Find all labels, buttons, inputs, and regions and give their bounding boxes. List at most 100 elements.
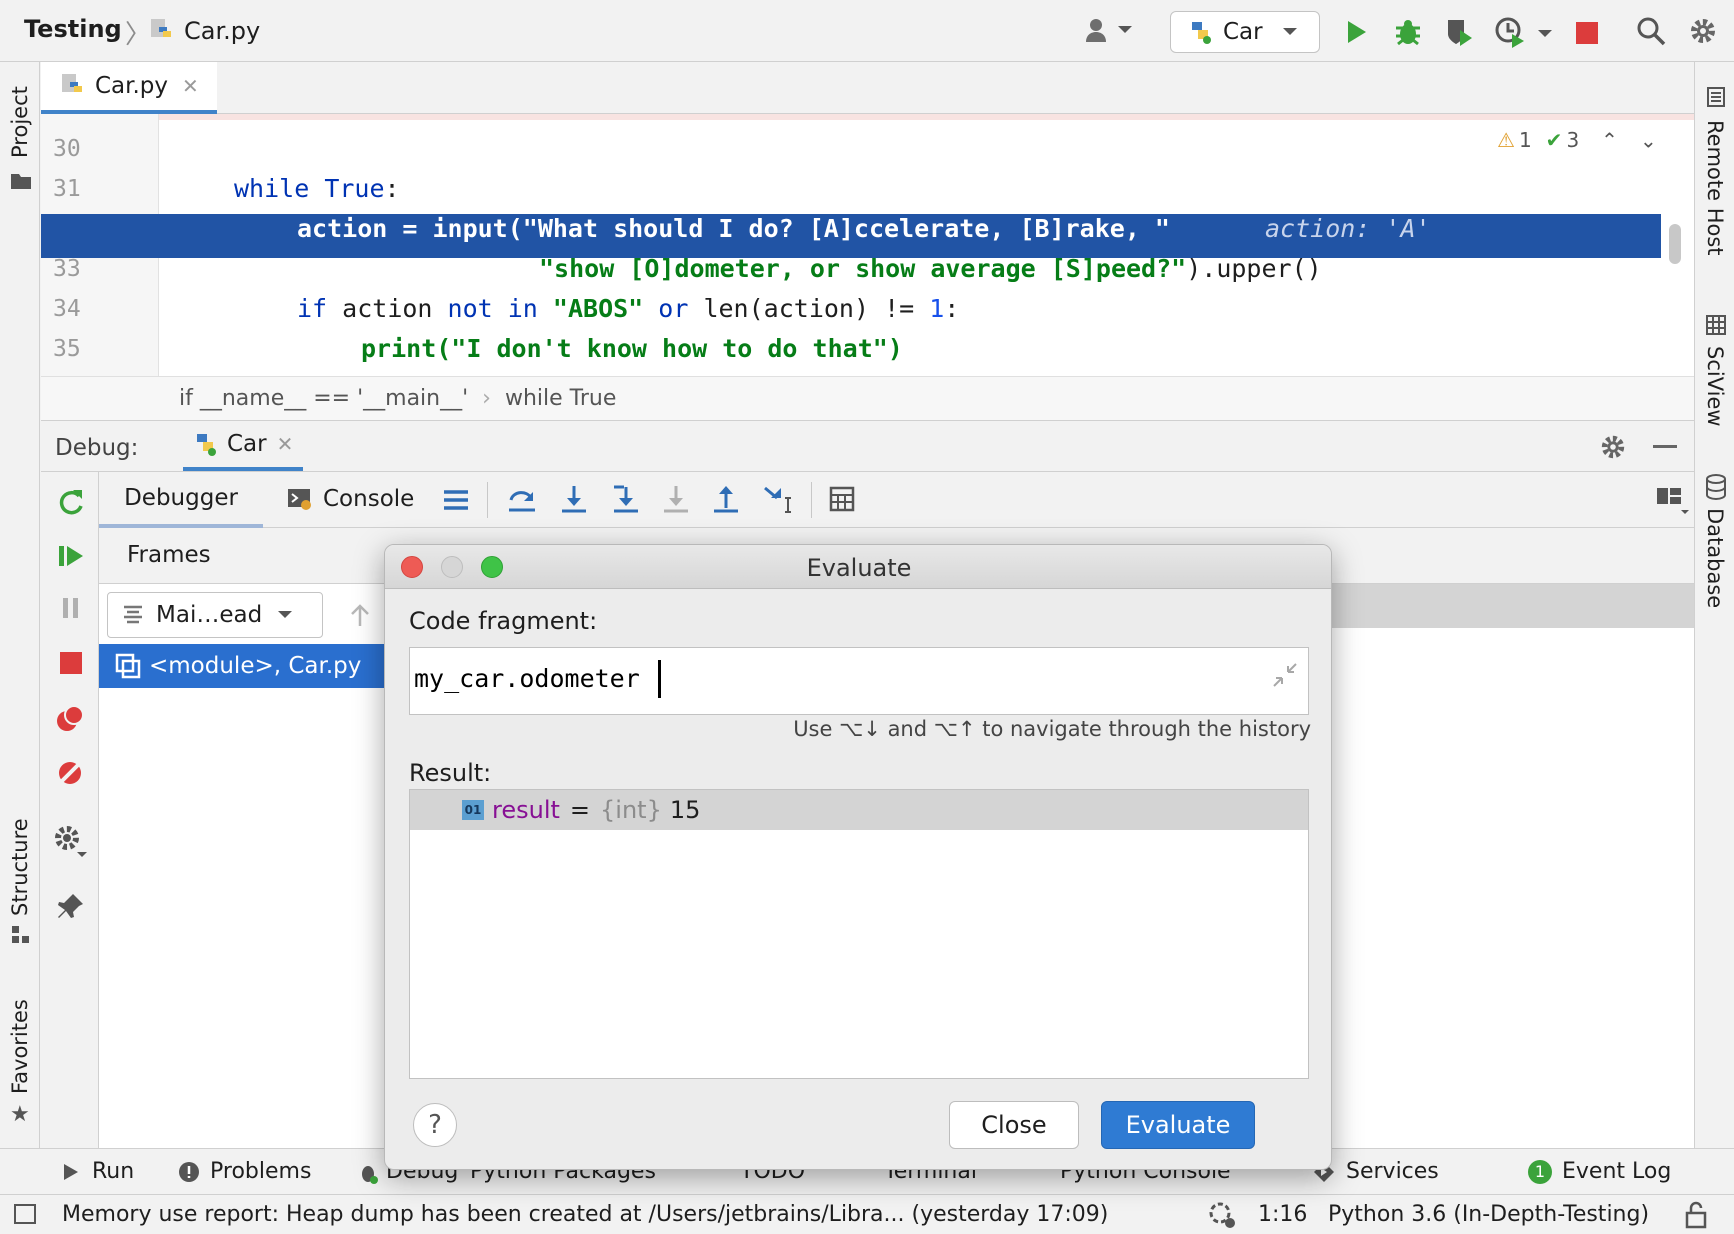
previous-highlight-icon[interactable]: ⌃ <box>1601 128 1618 152</box>
breadcrumb-project[interactable]: Testing <box>24 15 122 43</box>
interpreter-selector[interactable]: Python 3.6 (In-Depth-Testing) <box>1328 1202 1649 1227</box>
mute-breakpoints-icon[interactable] <box>55 758 85 788</box>
code-line-31: while True: <box>234 174 400 203</box>
pin-icon[interactable] <box>57 892 85 920</box>
inline-debug-value: action: 'A' <box>1265 214 1431 243</box>
star-icon: ★ <box>10 1102 30 1127</box>
inspection-widget[interactable]: ⚠ 1 ✔ 3 ⌃ ⌃ <box>1497 128 1657 152</box>
status-message[interactable]: Memory use report: Heap dump has been cr… <box>62 1202 1108 1227</box>
collapse-icon[interactable] <box>1272 662 1298 688</box>
search-icon[interactable] <box>1636 16 1666 46</box>
run-icon <box>64 1163 78 1180</box>
project-tool-button[interactable]: Project <box>8 86 32 158</box>
remote-host-icon <box>1707 87 1725 107</box>
debug-session-tab[interactable]: Car ✕ <box>183 421 304 471</box>
sciview-tool-button[interactable]: SciView <box>1703 346 1727 427</box>
result-tree[interactable]: 01 result = {int} 15 <box>409 789 1309 1079</box>
code-editor[interactable]: 30 31 32 33 34 35 while True: action = i… <box>41 114 1694 376</box>
code-fragment-value: my_car.odometer <box>414 664 640 693</box>
thread-selector[interactable]: Mai…ead <box>107 592 323 638</box>
gear-icon[interactable] <box>1599 433 1627 461</box>
lock-icon[interactable] <box>1684 1201 1708 1229</box>
evaluate-dialog: Evaluate Code fragment: my_car.odometer … <box>384 544 1332 1170</box>
next-highlight-icon[interactable]: ⌃ <box>1640 128 1657 152</box>
breadcrumb-if-main[interactable]: if __name__ == '__main__' <box>179 386 468 411</box>
tool-window-problems[interactable]: Problems <box>178 1159 311 1184</box>
evaluate-expression-icon[interactable] <box>829 486 855 512</box>
evaluate-button[interactable]: Evaluate <box>1101 1101 1255 1149</box>
status-bar: Memory use report: Heap dump has been cr… <box>0 1194 1734 1234</box>
result-value: 15 <box>669 796 701 824</box>
run-icon[interactable] <box>1344 18 1370 46</box>
minimize-icon[interactable] <box>1653 445 1677 448</box>
rerun-icon[interactable] <box>57 488 85 516</box>
stop-icon[interactable] <box>60 652 82 674</box>
chevron-down-icon <box>278 611 293 618</box>
left-tool-stripe: Project Structure Favorites ★ <box>0 62 40 1162</box>
caret-position[interactable]: 1:16 <box>1258 1202 1307 1227</box>
bug-icon <box>362 1165 378 1184</box>
breadcrumb-while-true[interactable]: while True <box>505 386 616 411</box>
error-stripe-line <box>41 114 1694 120</box>
threads-layout-icon[interactable] <box>443 488 469 512</box>
right-tool-stripe: Remote Host SciView Database <box>1694 62 1734 1162</box>
int-type-icon: 01 <box>462 800 484 820</box>
tool-window-event-log[interactable]: 1 Event Log <box>1528 1159 1671 1184</box>
structure-tool-button[interactable]: Structure <box>8 818 32 916</box>
editor-tab-car-py[interactable]: Car.py ✕ <box>41 62 217 114</box>
settings-icon[interactable] <box>53 824 87 858</box>
tool-window-run[interactable]: Run <box>62 1159 134 1184</box>
tab-console[interactable]: Console <box>287 486 414 512</box>
text-cursor <box>658 660 661 698</box>
run-to-cursor-icon[interactable] <box>763 484 795 516</box>
console-icon <box>288 489 311 510</box>
step-out-icon[interactable] <box>711 484 741 514</box>
remote-host-tool-button[interactable]: Remote Host <box>1703 120 1727 256</box>
code-line-35: print("I don't know how to do that") <box>361 334 903 363</box>
stop-icon[interactable] <box>1576 22 1598 44</box>
force-step-into-icon[interactable] <box>661 484 691 514</box>
view-breakpoints-icon[interactable] <box>55 704 85 734</box>
problems-icon <box>179 1161 199 1182</box>
editor-breadcrumbs: if __name__ == '__main__' › while True <box>41 376 1694 420</box>
toggle-tool-windows-icon[interactable] <box>14 1204 36 1224</box>
tab-debugger[interactable]: Debugger <box>99 472 263 528</box>
editor-scrollbar[interactable] <box>1669 224 1681 264</box>
step-over-icon[interactable] <box>507 484 537 514</box>
database-tool-button[interactable]: Database <box>1703 508 1727 608</box>
code-line-33: "show [O]dometer, or show average [S]pee… <box>539 254 1322 283</box>
python-icon <box>1192 22 1211 44</box>
code-line-32: action = input("What should I do? [A]cce… <box>297 214 1170 243</box>
debug-bug-icon[interactable] <box>1392 16 1424 48</box>
close-tab-icon[interactable]: ✕ <box>182 74 199 98</box>
result-row[interactable]: 01 result = {int} 15 <box>410 790 1308 830</box>
step-into-icon[interactable] <box>559 484 589 514</box>
background-tasks-icon[interactable] <box>1206 1201 1238 1229</box>
resume-icon[interactable] <box>57 542 85 570</box>
code-fragment-input[interactable]: my_car.odometer <box>409 647 1309 715</box>
vcs-user-button[interactable] <box>1084 16 1134 44</box>
breadcrumb-file[interactable]: Car.py <box>150 17 260 45</box>
python-file-icon <box>151 19 171 37</box>
close-button[interactable]: Close <box>949 1101 1079 1149</box>
user-icon <box>1086 19 1106 42</box>
check-icon: ✔ <box>1545 128 1563 152</box>
close-session-icon[interactable]: ✕ <box>277 432 294 456</box>
pause-icon[interactable] <box>57 594 85 622</box>
result-label: Result: <box>409 759 492 787</box>
gear-icon[interactable] <box>1688 16 1718 46</box>
help-button[interactable]: ? <box>413 1103 457 1147</box>
favorites-tool-button[interactable]: Favorites <box>8 999 32 1094</box>
run-configuration-selector[interactable]: Car <box>1170 11 1320 53</box>
warning-icon: ⚠ <box>1497 128 1515 152</box>
arrow-up-icon[interactable] <box>349 602 371 628</box>
layout-settings-icon[interactable] <box>1655 486 1691 516</box>
profile-icon[interactable] <box>1494 16 1526 48</box>
coverage-icon[interactable] <box>1444 16 1476 48</box>
chevron-down-icon[interactable] <box>1536 28 1554 40</box>
breadcrumb-separator: 〉 <box>125 20 152 50</box>
database-icon <box>1706 474 1726 500</box>
python-file-icon <box>62 74 82 92</box>
step-into-my-code-icon[interactable] <box>611 484 641 514</box>
debug-actions-sidebar <box>41 472 99 1148</box>
